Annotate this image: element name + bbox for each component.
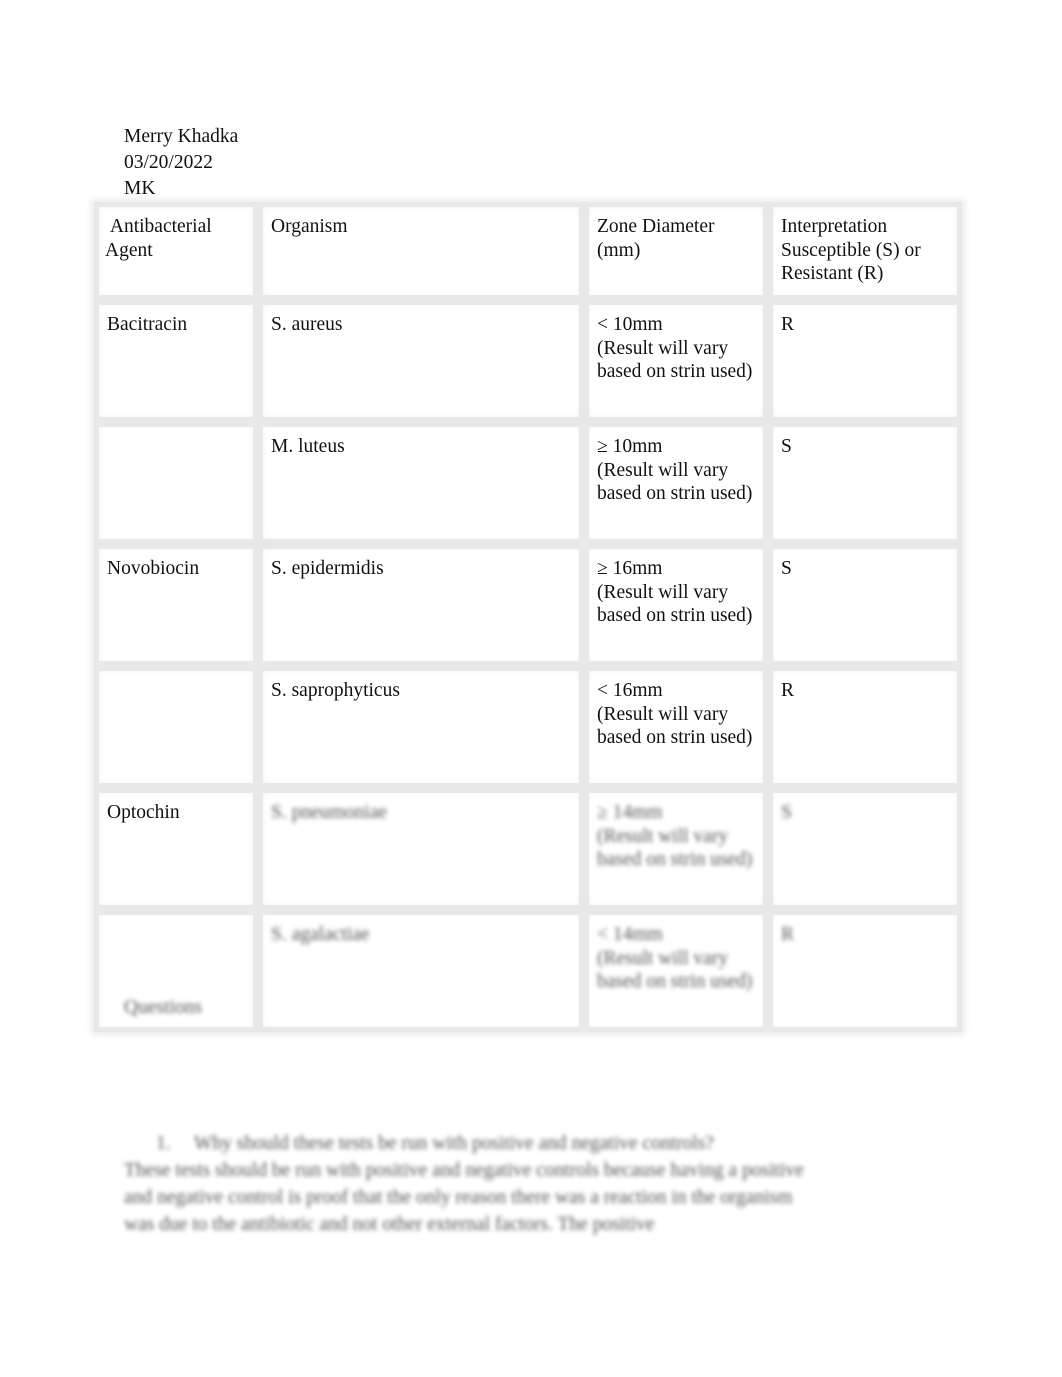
agent-cell: Bacitracin bbox=[94, 300, 258, 422]
author-name: Merry Khadka bbox=[124, 126, 239, 147]
table-row: S. saprophyticus < 16mm (Result will var… bbox=[94, 666, 962, 788]
zone-cell: ≥ 16mm (Result will vary based on strin … bbox=[584, 544, 768, 666]
zone-note: (Result will vary based on strin used) bbox=[597, 459, 753, 505]
interpretation-cell: S bbox=[768, 788, 962, 910]
organism-cell: S. pneumoniae bbox=[258, 788, 584, 910]
column-header-interpretation: Interpretation Susceptible (S) or Resist… bbox=[768, 202, 962, 300]
zone-note: (Result will vary based on strin used) bbox=[597, 581, 753, 627]
zone-cell: < 10mm (Result will vary based on strin … bbox=[584, 300, 768, 422]
results-table-container: Antibacterial Agent Organism Zone Diamet… bbox=[94, 202, 962, 1032]
author-initials: MK bbox=[124, 178, 156, 199]
question-line: 1. Why should these tests be run with pos… bbox=[124, 1130, 804, 1157]
question-item: 1. Why should these tests be run with pos… bbox=[124, 1130, 804, 1238]
organism-cell: S. saprophyticus bbox=[258, 666, 584, 788]
column-header-zone: Zone Diameter (mm) bbox=[584, 202, 768, 300]
zone-value: < 16mm bbox=[597, 680, 663, 701]
organism-value: S. pneumoniae bbox=[271, 802, 387, 823]
zone-cell: ≥ 14mm (Result will vary based on strin … bbox=[584, 788, 768, 910]
document-date: 03/20/2022 bbox=[124, 152, 213, 173]
results-table: Antibacterial Agent Organism Zone Diamet… bbox=[94, 202, 962, 1032]
column-header-agent: Antibacterial Agent bbox=[94, 202, 258, 300]
interpretation-cell: R bbox=[768, 666, 962, 788]
agent-cell: Optochin bbox=[94, 788, 258, 910]
interpretation-cell: S bbox=[768, 544, 962, 666]
question-number: 1. bbox=[156, 1133, 171, 1154]
zone-value: ≥ 10mm bbox=[597, 436, 663, 457]
zone-note: (Result will vary based on strin used) bbox=[597, 825, 753, 871]
zone-cell: < 16mm (Result will vary based on strin … bbox=[584, 666, 768, 788]
table-header-row: Antibacterial Agent Organism Zone Diamet… bbox=[94, 202, 962, 300]
question-text: Why should these tests be run with posit… bbox=[194, 1133, 714, 1154]
zone-value: < 10mm bbox=[597, 314, 663, 335]
interpretation-value: S bbox=[781, 802, 792, 823]
zone-cell: ≥ 10mm (Result will vary based on strin … bbox=[584, 422, 768, 544]
table-row: S. agalactiae < 14mm (Result will vary b… bbox=[94, 910, 962, 1032]
table-row: M. luteus ≥ 10mm (Result will vary based… bbox=[94, 422, 962, 544]
answer-text: These tests should be run with positive … bbox=[124, 1160, 804, 1235]
zone-note: (Result will vary based on strin used) bbox=[597, 337, 753, 383]
zone-note: (Result will vary based on strin used) bbox=[597, 703, 753, 749]
table-row: Optochin S. pneumoniae ≥ 14mm (Result wi… bbox=[94, 788, 962, 910]
interpretation-cell: R bbox=[768, 300, 962, 422]
zone-value: ≥ 14mm bbox=[597, 802, 663, 823]
organism-cell: S. epidermidis bbox=[258, 544, 584, 666]
questions-heading: Questions bbox=[124, 997, 202, 1018]
table-row: Bacitracin S. aureus < 10mm (Result will… bbox=[94, 300, 962, 422]
organism-cell: S. aureus bbox=[258, 300, 584, 422]
column-header-organism: Organism bbox=[258, 202, 584, 300]
agent-cell: Novobiocin bbox=[94, 544, 258, 666]
organism-cell: M. luteus bbox=[258, 422, 584, 544]
organism-cell: S. agalactiae bbox=[258, 910, 584, 1032]
interpretation-cell: R bbox=[768, 910, 962, 1032]
agent-cell bbox=[94, 666, 258, 788]
table-row: Novobiocin S. epidermidis ≥ 16mm (Result… bbox=[94, 544, 962, 666]
zone-value: ≥ 16mm bbox=[597, 558, 663, 579]
document-header: Merry Khadka 03/20/2022 MK bbox=[124, 124, 238, 202]
agent-cell bbox=[94, 422, 258, 544]
organism-value: S. agalactiae bbox=[271, 924, 370, 945]
zone-cell: < 14mm (Result will vary based on strin … bbox=[584, 910, 768, 1032]
interpretation-value: R bbox=[781, 924, 795, 945]
zone-note: (Result will vary based on strin used) bbox=[597, 947, 753, 993]
zone-value: < 14mm bbox=[597, 924, 663, 945]
interpretation-cell: S bbox=[768, 422, 962, 544]
